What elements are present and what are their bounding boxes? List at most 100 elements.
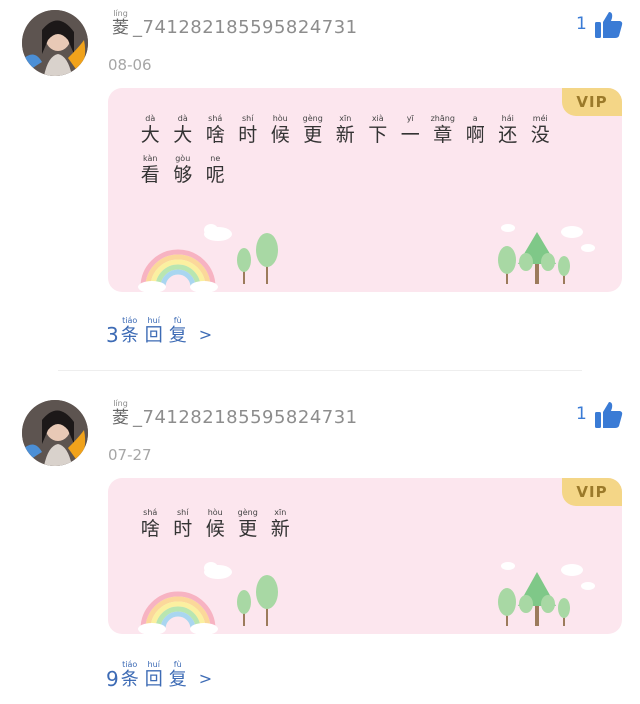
hanzi: 复 <box>168 669 187 690</box>
avatar[interactable] <box>22 400 88 466</box>
content-char: zhāng 章 <box>427 114 460 146</box>
pinyin: hòu <box>207 508 223 517</box>
content-char: hái 还 <box>492 114 525 146</box>
hanzi: 候 <box>270 124 290 146</box>
cloud-icon <box>501 224 515 232</box>
content-char: a啊 <box>459 114 492 146</box>
pinyin: dà <box>145 114 156 123</box>
reply-count: 9 <box>106 667 119 691</box>
chevron-right-icon: > <box>198 325 213 344</box>
username-prefix: líng 菱 <box>112 9 129 38</box>
pinyin: méi <box>532 114 548 123</box>
hanzi: 条 <box>120 669 139 690</box>
hanzi: 条 <box>120 325 139 346</box>
hanzi: 回 <box>144 325 163 346</box>
decoration-illustration <box>138 224 595 292</box>
pinyin: gèng <box>302 114 323 123</box>
pinyin: dà <box>177 114 188 123</box>
hanzi: 时 <box>238 124 258 146</box>
hanzi: 大 <box>173 124 193 146</box>
decoration-illustration <box>138 562 595 634</box>
cloud-icon <box>501 562 515 570</box>
content-char: dà 大 <box>167 114 200 146</box>
pinyin: hái <box>501 114 514 123</box>
hanzi: 一 <box>400 124 420 146</box>
pinyin: xīn <box>274 508 287 517</box>
reply-label-char: huí 回 <box>145 316 163 346</box>
tree-icon <box>237 233 278 284</box>
content-char: hòu 候 <box>264 114 297 146</box>
avatar[interactable] <box>22 10 88 76</box>
cloud-icon <box>204 224 232 241</box>
pinyin: líng <box>113 399 128 408</box>
like-count: 1 <box>576 14 587 34</box>
cloud-icon <box>561 226 595 252</box>
comment-date: 08-06 <box>108 56 152 74</box>
username[interactable]: líng 菱 _741282185595824731 <box>112 8 358 38</box>
rainbow-icon <box>138 591 218 634</box>
content-char: shí 时 <box>232 114 265 146</box>
reply-label-char: fù 复 <box>169 316 187 346</box>
content-char: dà 大 <box>134 114 167 146</box>
pinyin: hòu <box>272 114 288 123</box>
pinyin: shá <box>208 114 223 123</box>
pinyin: gòu <box>175 154 191 163</box>
content-char: xīn 新 <box>329 114 362 146</box>
hanzi: 够 <box>173 164 193 186</box>
username-text: _741282185595824731 <box>133 17 358 38</box>
rainbow-icon <box>138 249 218 292</box>
hanzi: 菱 <box>112 408 129 428</box>
reply-count: 3 <box>106 323 119 347</box>
pinyin: gèng <box>237 508 258 517</box>
hanzi: 还 <box>498 124 518 146</box>
avatar-image <box>22 10 88 76</box>
content-char: ne 呢 <box>199 154 232 186</box>
reply-label-char: tiáo 条 <box>121 660 139 690</box>
hanzi: 回 <box>144 669 163 690</box>
pinyin: shí <box>177 508 189 517</box>
comment-content: dà 大 dà 大 shá 啥 shí 时 hòu 候 gèng 更 xīn 新 xià 下 yī 一 zhāng 章… <box>134 114 582 186</box>
thumbs-up-icon[interactable] <box>594 10 624 40</box>
hanzi: 呢 <box>205 164 225 186</box>
hanzi: 大 <box>140 124 160 146</box>
reply-label-char: fù 复 <box>169 660 187 690</box>
thumbs-up-icon[interactable] <box>594 400 624 430</box>
hanzi: 看 <box>140 164 160 186</box>
pinyin: kàn <box>143 154 158 163</box>
hanzi: 下 <box>368 124 388 146</box>
view-replies-link[interactable]: 9 tiáo 条 huí 回 fù 复 > <box>106 660 212 690</box>
reply-label-char: tiáo 条 <box>121 316 139 346</box>
username[interactable]: líng 菱 _741282185595824731 <box>112 398 358 428</box>
content-char: shá 啥 <box>199 114 232 146</box>
content-char: gèng 更 <box>297 114 330 146</box>
comment-item: líng 菱 _741282185595824731 07-27 1 VIP s… <box>0 390 640 704</box>
comment-item: líng 菱 _741282185595824731 08-06 1 VIP d… <box>0 0 640 370</box>
pinyin: a <box>472 114 478 123</box>
content-char: xià 下 <box>362 114 395 146</box>
reply-label-char: huí 回 <box>145 660 163 690</box>
pinyin: líng <box>113 9 128 18</box>
hanzi: 没 <box>530 124 550 146</box>
view-replies-link[interactable]: 3 tiáo 条 huí 回 fù 复 > <box>106 316 212 346</box>
hanzi: 新 <box>335 124 355 146</box>
comment-card[interactable]: VIP dà 大 dà 大 shá 啥 shí 时 hòu 候 gèng 更 xīn 新 xià 下 yī 一 zh… <box>108 88 622 292</box>
pinyin: xīn <box>339 114 352 123</box>
vip-badge: VIP <box>562 88 622 116</box>
hanzi: 更 <box>303 124 323 146</box>
comment-date: 07-27 <box>108 446 152 464</box>
hanzi: 章 <box>433 124 453 146</box>
tree-icon <box>237 575 278 626</box>
cloud-icon <box>204 562 232 579</box>
content-char: kàn 看 <box>134 154 167 186</box>
content-char: gòu 够 <box>167 154 200 186</box>
content-char: yī 一 <box>394 114 427 146</box>
pinyin: yī <box>406 114 414 123</box>
divider <box>58 370 582 371</box>
comment-card[interactable]: VIP shá 啥 shí 时 hòu 候 gèng 更 xīn 新 <box>108 478 622 634</box>
pinyin: zhāng <box>430 114 455 123</box>
tree-icon <box>498 572 570 626</box>
vip-badge: VIP <box>562 478 622 506</box>
hanzi: 啊 <box>465 124 485 146</box>
pinyin: xià <box>371 114 384 123</box>
hanzi: 啥 <box>205 124 225 146</box>
